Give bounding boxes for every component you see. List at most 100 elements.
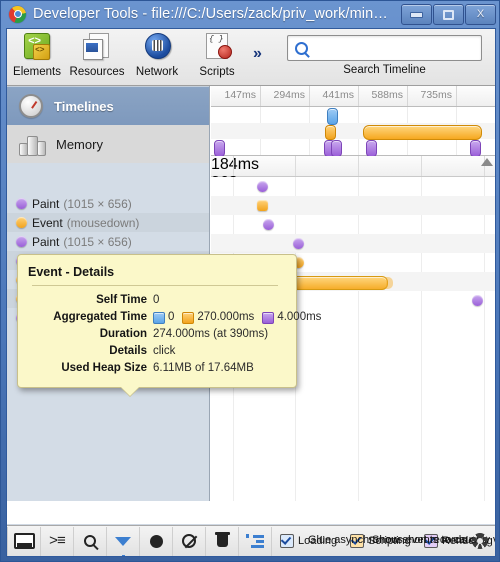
popover-row-details: Details click [22,343,286,360]
maximize-button[interactable] [433,4,464,25]
title-bar: Developer Tools - file:///C:/Users/zack/… [1,1,500,27]
weights-icon [19,132,46,156]
popover-value: 0 [153,294,160,306]
panel-label-network: Network [135,66,179,78]
popover-key: Self Time [96,294,147,306]
console-button[interactable]: >≡ [41,526,74,556]
aggregated-rendering-value: 4.000ms [277,311,322,323]
search-button[interactable] [74,526,107,556]
client-area: Elements Resources Network { } Scrip [6,28,496,557]
panel-button-scripts[interactable]: { } Scripts [187,29,247,78]
popover-value: 274.000ms (at 390ms) [153,328,269,340]
popover-key: Aggregated Time [53,311,147,323]
resources-icon [80,32,114,64]
popover-row-aggregated-time: Aggregated Time 0 270.000ms 4.000ms [22,309,321,326]
sidebar-label-memory: Memory [56,136,103,152]
aggregated-scripting: 270.000ms [182,309,254,326]
scripting-record-dot [257,200,268,211]
popover-value: click [153,345,176,357]
clear-button[interactable] [173,526,206,556]
rendering-dot-icon [16,236,27,247]
popover-key: Used Heap Size [61,362,147,374]
panel-button-elements[interactable]: Elements [7,29,67,78]
elements-icon [20,32,54,64]
chrome-logo-icon [9,5,26,23]
close-button[interactable]: X [465,4,496,25]
console-icon: >≡ [48,532,66,550]
scripts-icon: { } [200,32,234,64]
overview-rendering-marker [214,140,225,157]
record-detail: (1015 × 656) [63,196,132,211]
checkbox-loading[interactable] [280,533,294,548]
rendering-record-dot [263,219,274,230]
main-split: Timelines Memory Paint (1015 × 656) Even… [7,86,495,501]
loading-swatch-icon [153,311,165,324]
close-icon: X [476,8,485,20]
dock-button[interactable] [7,526,41,556]
list-item[interactable]: Paint (1015 × 656) [7,194,209,213]
search-box[interactable] [287,35,482,61]
popover-divider [32,285,278,286]
status-bar: >≡ Loading Scripting Rendering Glue asyn… [7,525,495,556]
maximize-icon [443,9,454,20]
devtools-panel-toolbar: Elements Resources Network { } Scrip [7,29,495,86]
search-input[interactable] [313,40,481,56]
filter-icon [115,536,131,556]
table-row[interactable] [211,234,495,253]
record-name: Paint [32,196,60,211]
panel-button-resources[interactable]: Resources [67,29,127,78]
trash-icon [214,532,230,547]
aggregated-loading-value: 0 [168,311,175,323]
overview-rendering-marker [470,140,481,157]
search-timeline-label: Search Timeline [343,64,426,76]
overview-tick-1: 294ms [273,89,305,101]
overview-rendering-marker [366,140,377,157]
list-item[interactable]: Event (mousedown) [7,213,209,232]
records-ruler: 184ms 368ms 551ms 735ms [211,156,495,227]
settings-button[interactable] [465,527,495,556]
sidebar-item-memory[interactable]: Memory [7,125,209,163]
popover-value: 0 270.000ms 4.000ms [153,309,329,326]
no-entry-icon [182,534,196,548]
aggregated-loading: 0 [153,309,174,326]
filter-button[interactable] [107,526,140,556]
overview-ruler: 147ms 294ms 441ms 588ms 735ms [211,86,495,107]
timeline-overview[interactable] [211,107,495,157]
panel-label-scripts: Scripts [199,66,235,78]
event-details-popover: Event - Details Self Time 0 Aggregated T… [17,254,321,396]
popover-key: Details [109,345,147,357]
record-name: Paint [32,234,60,249]
timeline-filters: Loading Scripting Rendering Glue asynchr… [272,527,495,556]
table-row[interactable] [211,215,495,234]
scroll-up-arrow-icon[interactable] [481,158,493,166]
record-detail: (mousedown) [66,215,140,230]
table-row[interactable] [211,177,495,196]
sidebar-item-timelines[interactable]: Timelines [7,87,209,125]
popover-value: 6.11MB of 17.64MB [153,362,254,374]
panel-label-resources: Resources [69,66,125,78]
search-icon [295,41,308,55]
network-icon [140,32,174,64]
list-item[interactable]: Paint (1015 × 656) [7,232,209,251]
overview-tick-4: 735ms [420,89,452,101]
popover-row-used-heap-size: Used Heap Size 6.11MB of 17.64MB [22,360,286,377]
minimize-button[interactable] [401,4,432,25]
garbage-collect-button[interactable] [206,526,239,556]
overview-loading-marker [327,108,338,125]
glue-records-button[interactable] [239,526,272,556]
clock-icon [19,94,43,118]
overview-tick-0: 147ms [224,89,256,101]
application-window: Developer Tools - file:///C:/Users/zack/… [0,0,500,562]
overview-scripting-marker [325,125,336,140]
sidebar-label-timelines: Timelines [54,98,114,114]
glue-records-icon [246,534,264,548]
table-row[interactable] [211,196,495,215]
record-name: Event [32,215,63,230]
overview-tick-3: 588ms [371,89,403,101]
overflow-chevron-icon[interactable]: » [253,45,262,63]
popover-title: Event - Details [28,265,115,279]
minimize-icon [410,11,423,18]
panel-button-network[interactable]: Network [127,29,187,78]
record-button[interactable] [140,526,173,556]
gear-icon [472,533,488,549]
